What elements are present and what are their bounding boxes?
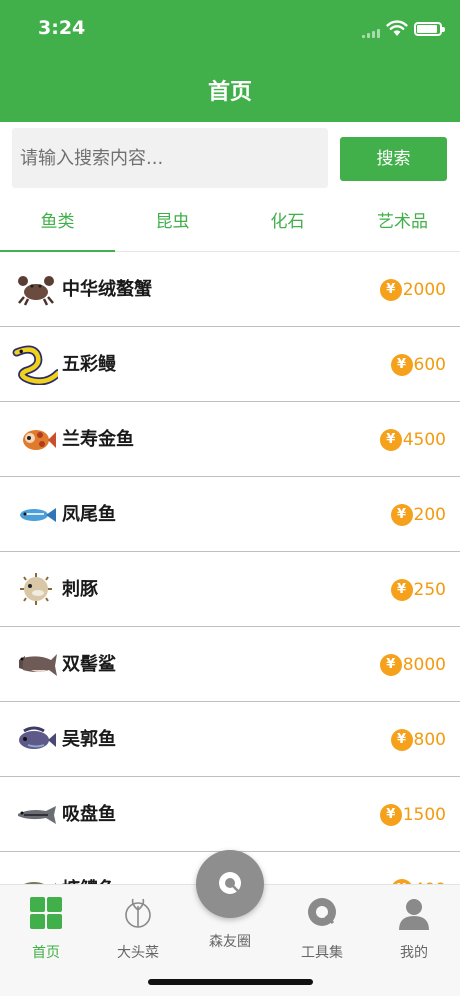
hammerhead-shark-icon bbox=[19, 654, 57, 676]
nav-label: 森友圈 bbox=[209, 934, 251, 950]
list-item[interactable]: 刺豚 ¥ 250 bbox=[0, 552, 460, 627]
list-item[interactable]: 吸盘鱼 ¥ 1500 bbox=[0, 777, 460, 852]
search-bar: 搜索 bbox=[0, 122, 460, 194]
yen-coin-icon: ¥ bbox=[390, 729, 413, 751]
nav-turnips[interactable]: 大头菜 bbox=[92, 893, 184, 963]
yen-coin-icon: ¥ bbox=[390, 579, 413, 601]
yen-coin-icon: ¥ bbox=[379, 279, 402, 301]
turnip-icon bbox=[125, 898, 151, 928]
nav-home[interactable]: 首页 bbox=[0, 893, 92, 963]
search-input[interactable] bbox=[12, 128, 328, 188]
price-value: 2000 bbox=[402, 280, 446, 300]
item-price: ¥ 8000 bbox=[379, 653, 446, 677]
search-button[interactable]: 搜索 bbox=[340, 137, 447, 181]
fish-icon bbox=[24, 882, 56, 884]
grid-icon bbox=[30, 897, 62, 929]
item-price: ¥ 200 bbox=[390, 503, 446, 527]
item-name: 中华绒螯蟹 bbox=[62, 279, 152, 300]
item-price: ¥ 4500 bbox=[379, 428, 446, 452]
nav-mine[interactable]: 我的 bbox=[368, 893, 460, 963]
yen-coin-icon: ¥ bbox=[390, 504, 413, 526]
item-price: ¥ 800 bbox=[390, 728, 446, 752]
wifi-icon bbox=[386, 20, 408, 36]
price-value: 200 bbox=[413, 505, 446, 525]
item-price: ¥ 2000 bbox=[379, 278, 446, 302]
chat-bubble-icon bbox=[219, 872, 241, 894]
nav-tools[interactable]: 工具集 bbox=[276, 893, 368, 963]
item-list[interactable]: 中华绒螯蟹 ¥ 2000 五彩鳗 ¥ 600 兰寿金鱼 ¥ 4500 凤尾鱼 ¥… bbox=[0, 252, 460, 884]
tilapia-icon bbox=[19, 726, 56, 749]
yen-coin-icon: ¥ bbox=[379, 654, 402, 676]
list-item[interactable]: 双髻鲨 ¥ 8000 bbox=[0, 627, 460, 702]
nav-label: 大头菜 bbox=[117, 945, 159, 961]
app-header: 3:24 首页 bbox=[0, 0, 460, 122]
list-item[interactable]: 吴郭鱼 ¥ 800 bbox=[0, 702, 460, 777]
list-item[interactable]: 兰寿金鱼 ¥ 4500 bbox=[0, 402, 460, 477]
home-indicator bbox=[148, 979, 313, 985]
list-item[interactable]: 中华绒螯蟹 ¥ 2000 bbox=[0, 252, 460, 327]
yen-coin-icon: ¥ bbox=[379, 804, 402, 826]
yen-coin-icon: ¥ bbox=[379, 429, 402, 451]
price-value: 800 bbox=[413, 730, 446, 750]
list-item[interactable]: 凤尾鱼 ¥ 200 bbox=[0, 477, 460, 552]
tab-fish[interactable]: 鱼类 bbox=[0, 194, 115, 253]
item-name: 双髻鲨 bbox=[62, 654, 116, 675]
ribbon-eel-icon bbox=[12, 345, 58, 385]
item-price: ¥ 250 bbox=[390, 578, 446, 602]
yen-coin-icon: ¥ bbox=[390, 354, 413, 376]
category-tabs: 鱼类 昆虫 化石 艺术品 bbox=[0, 194, 460, 253]
person-icon bbox=[399, 899, 429, 930]
chat-bubble-icon bbox=[308, 898, 336, 926]
puffer-fish-icon bbox=[20, 573, 52, 605]
status-time: 3:24 bbox=[38, 17, 86, 39]
price-value: 8000 bbox=[402, 655, 446, 675]
item-price: ¥ 1500 bbox=[379, 803, 446, 827]
item-name: 刺豚 bbox=[62, 579, 98, 600]
status-bar: 3:24 bbox=[0, 0, 460, 56]
cellular-signal-icon bbox=[362, 28, 384, 38]
item-name: 五彩鳗 bbox=[62, 354, 116, 375]
nav-label: 我的 bbox=[400, 945, 428, 961]
center-fab-button[interactable] bbox=[196, 850, 264, 918]
price-value: 600 bbox=[413, 355, 446, 375]
item-name: 兰寿金鱼 bbox=[62, 429, 134, 450]
price-value: 4500 bbox=[402, 430, 446, 450]
tab-insects[interactable]: 昆虫 bbox=[115, 194, 230, 252]
battery-icon bbox=[414, 22, 445, 36]
price-value: 250 bbox=[413, 580, 446, 600]
item-name: 凤尾鱼 bbox=[62, 504, 116, 525]
nav-label: 工具集 bbox=[301, 945, 343, 961]
crab-icon bbox=[18, 276, 54, 306]
page-title: 首页 bbox=[207, 80, 252, 105]
item-name: 吸盘鱼 bbox=[62, 804, 116, 825]
item-price: ¥ 600 bbox=[390, 353, 446, 377]
item-name: 吴郭鱼 bbox=[62, 729, 116, 750]
item-name: 塘鳢鱼 bbox=[62, 852, 116, 884]
remora-icon bbox=[18, 806, 56, 824]
ranchu-goldfish-icon bbox=[23, 430, 56, 450]
price-value: 1500 bbox=[402, 805, 446, 825]
tab-art[interactable]: 艺术品 bbox=[345, 194, 460, 252]
guppy-icon bbox=[20, 508, 56, 522]
nav-label: 首页 bbox=[32, 945, 60, 961]
list-item[interactable]: 五彩鳗 ¥ 600 bbox=[0, 327, 460, 402]
tab-fossils[interactable]: 化石 bbox=[230, 194, 345, 252]
